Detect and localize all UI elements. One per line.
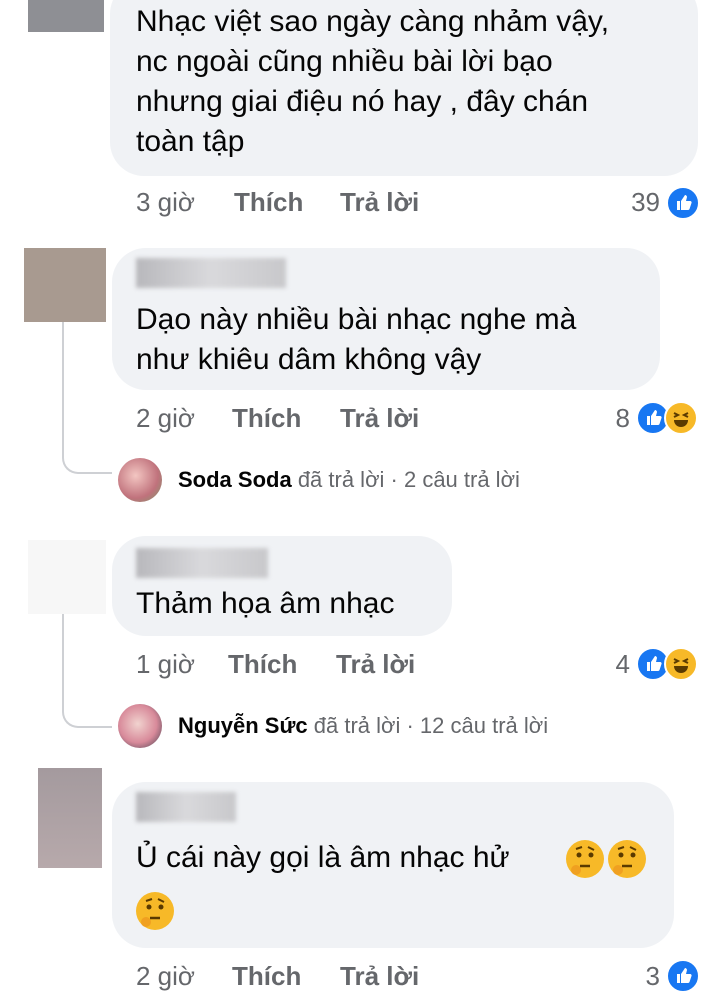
reply-button[interactable]: Trả lời xyxy=(340,186,419,218)
replied-verb: đã trả lời xyxy=(313,713,401,738)
replier-name[interactable]: Nguyễn Sức xyxy=(178,713,308,738)
comment-text-line: toàn tập xyxy=(136,125,245,158)
author-name-blurred[interactable] xyxy=(136,792,236,822)
comment-timestamp[interactable]: 1 giờ xyxy=(136,648,195,680)
reaction-count[interactable]: 8 xyxy=(580,402,630,434)
comment-text-line: Thảm họa âm nhạc xyxy=(136,587,395,620)
comment-text-line: Dạo này nhiều bài nhạc nghe mà xyxy=(136,303,577,336)
like-button[interactable]: Thích xyxy=(232,402,301,434)
like-reaction-icon xyxy=(666,186,700,220)
like-button[interactable]: Thích xyxy=(234,186,303,218)
thread-connector-line xyxy=(62,322,112,474)
like-button[interactable]: Thích xyxy=(228,648,297,680)
avatar-blurred[interactable] xyxy=(38,768,102,868)
replied-verb: đã trả lời xyxy=(297,467,385,492)
comment-timestamp[interactable]: 2 giờ xyxy=(136,960,195,992)
comment-timestamp[interactable]: 3 giờ xyxy=(136,186,195,218)
comment-text-line: Nhạc việt sao ngày càng nhảm vậy, xyxy=(136,5,610,38)
view-replies-link[interactable]: Soda Soda đã trả lời · 2 câu trả lời xyxy=(178,466,520,494)
replier-avatar[interactable] xyxy=(118,704,162,748)
separator-dot: · xyxy=(390,467,398,492)
thinking-emoji-icon xyxy=(608,840,646,878)
haha-reaction-icon xyxy=(664,647,698,681)
separator-dot: · xyxy=(406,713,414,738)
reaction-count[interactable]: 4 xyxy=(580,648,630,680)
like-button[interactable]: Thích xyxy=(232,960,301,992)
like-reaction-icon xyxy=(666,959,700,993)
view-replies-link[interactable]: Nguyễn Sức đã trả lời · 12 câu trả lời xyxy=(178,712,548,740)
thinking-emoji-icon xyxy=(136,892,174,930)
comment-timestamp[interactable]: 2 giờ xyxy=(136,402,195,434)
haha-reaction-icon xyxy=(664,401,698,435)
thinking-emoji-icon xyxy=(566,840,604,878)
author-name-blurred[interactable] xyxy=(136,548,268,578)
avatar-blurred[interactable] xyxy=(28,0,104,32)
comment-text-line: như khiêu dâm không vậy xyxy=(136,343,482,376)
author-name-blurred[interactable] xyxy=(136,258,286,288)
avatar-blurred[interactable] xyxy=(28,540,106,614)
reaction-count[interactable]: 3 xyxy=(620,960,660,992)
replier-name[interactable]: Soda Soda xyxy=(178,467,292,492)
thread-connector-line xyxy=(62,614,112,728)
comment-text-line: nc ngoài cũng nhiều bài lời bạo xyxy=(136,45,553,78)
reaction-count[interactable]: 39 xyxy=(600,186,660,218)
replier-avatar[interactable] xyxy=(118,458,162,502)
comment-text-line: Ủ cái này gọi là âm nhạc hử xyxy=(136,841,510,874)
reply-button[interactable]: Trả lời xyxy=(340,402,419,434)
reply-button[interactable]: Trả lời xyxy=(336,648,415,680)
reply-count[interactable]: 2 câu trả lời xyxy=(404,467,520,492)
reply-count[interactable]: 12 câu trả lời xyxy=(420,713,548,738)
avatar-blurred[interactable] xyxy=(24,248,106,322)
comment-text-line: nhưng giai điệu nó hay , đây chán xyxy=(136,85,589,118)
reply-button[interactable]: Trả lời xyxy=(340,960,419,992)
